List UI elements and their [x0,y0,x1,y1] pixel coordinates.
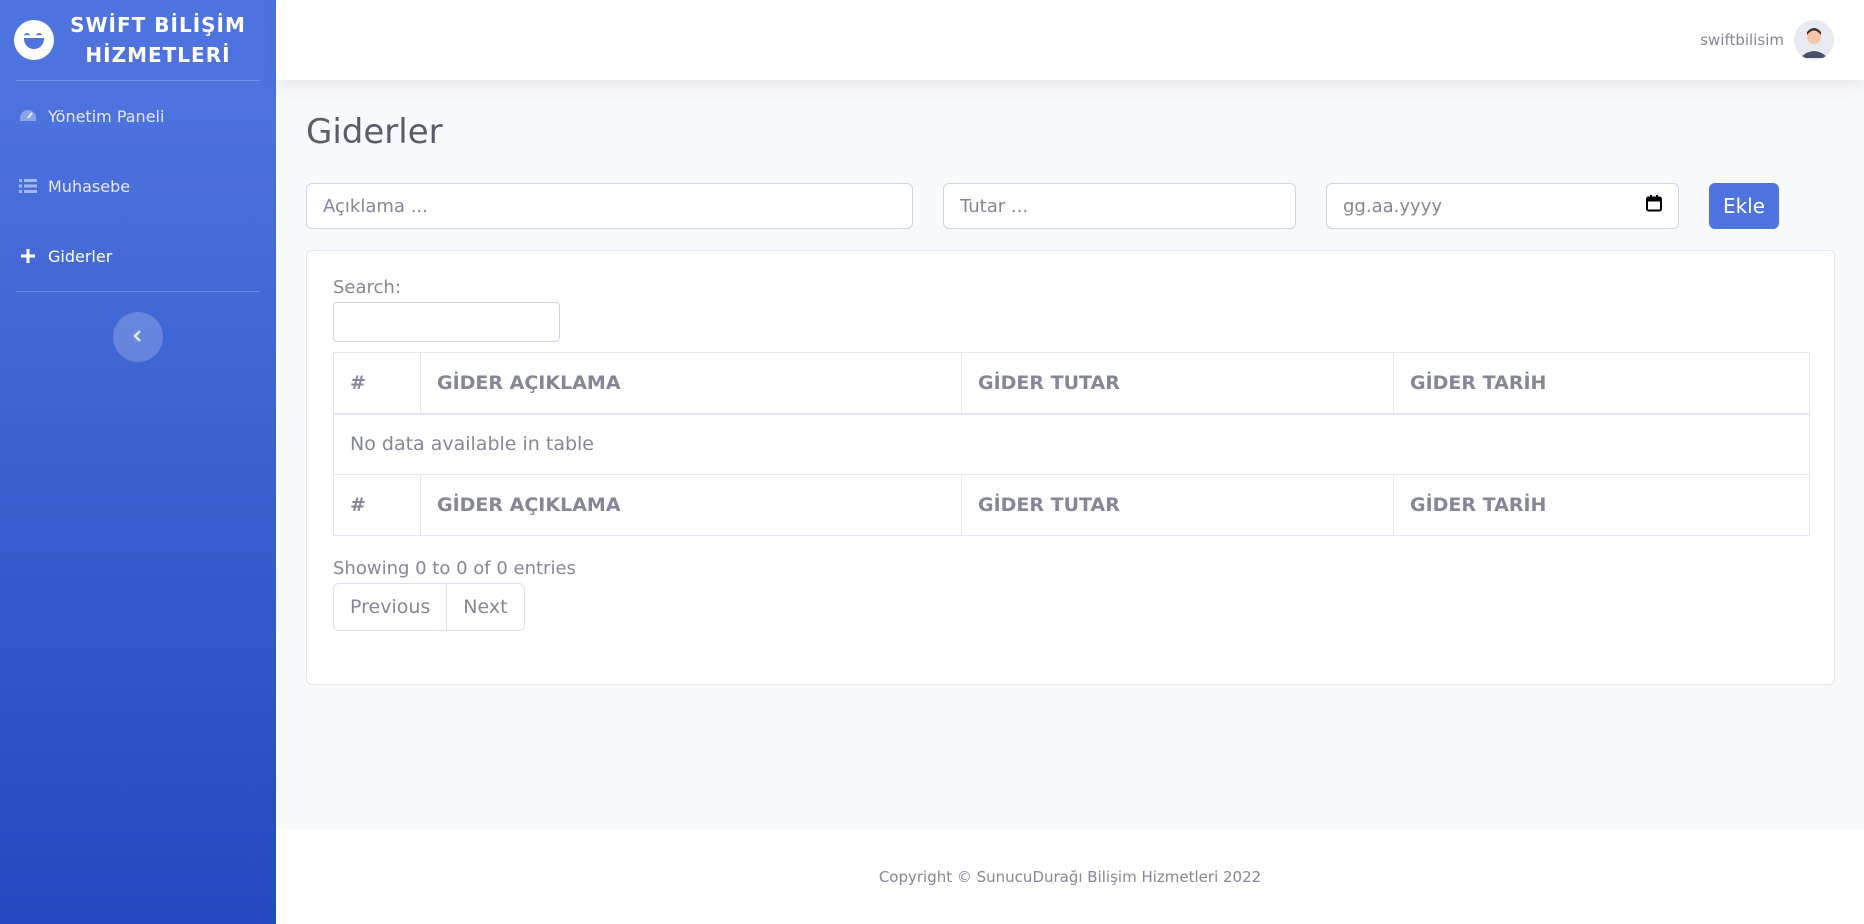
search-input[interactable] [333,302,560,342]
page-title: Giderler [306,112,443,152]
date-field[interactable]: gg.aa.yyyy [1326,183,1679,229]
chevron-left-icon [132,328,144,347]
username[interactable]: swiftbilisim [1700,31,1784,49]
column-footer-description: GİDER AÇIKLAMA [420,474,962,536]
table-footer-row: # GİDER AÇIKLAMA GİDER TUTAR GİDER TARİH [333,474,1810,536]
sidebar-item-label: Giderler [48,246,113,266]
pagination: Previous Next [333,583,525,631]
sidebar-toggle-button[interactable] [113,312,163,362]
calendar-icon[interactable] [1646,195,1662,217]
column-footer-index: # [333,474,421,536]
description-input[interactable] [306,183,913,229]
amount-input[interactable] [943,183,1296,229]
column-header-amount[interactable]: GİDER TUTAR [961,352,1394,415]
main-content: Giderler gg.aa.yyyy Ekle Search: # GİDER… [306,80,1836,685]
brand[interactable]: SWİFT BİLİŞİM HİZMETLERİ [0,0,276,80]
previous-page-button[interactable]: Previous [334,584,447,630]
copyright-text: Copyright © SunucuDurağı Bilişim Hizmetl… [878,867,1262,886]
sidebar-item-label: Muhasebe [48,176,131,196]
plus-icon [18,248,38,264]
sidebar-item-yonetim-paneli[interactable]: Yönetim Paneli [0,81,276,151]
topbar: swiftbilisim [276,0,1864,80]
sidebar-item-muhasebe[interactable]: Muhasebe [0,151,276,221]
laughing-face-icon [14,20,54,60]
date-placeholder: gg.aa.yyyy [1343,195,1442,217]
avatar[interactable] [1794,20,1834,60]
tachometer-icon [18,108,38,124]
column-header-description[interactable]: GİDER AÇIKLAMA [420,352,962,415]
expenses-table: # GİDER AÇIKLAMA GİDER TUTAR GİDER TARİH… [333,352,1810,536]
sidebar-divider [16,291,260,292]
table-row: No data available in table [333,413,1810,475]
column-header-date[interactable]: GİDER TARİH [1393,352,1810,415]
sidebar: SWİFT BİLİŞİM HİZMETLERİ Yönetim Paneli … [0,0,276,924]
footer: Copyright © SunucuDurağı Bilişim Hizmetl… [276,829,1864,924]
column-header-index[interactable]: # [333,352,421,415]
sidebar-item-label: Yönetim Paneli [48,106,165,126]
empty-table-message: No data available in table [333,413,1810,475]
add-button[interactable]: Ekle [1709,183,1779,229]
list-icon [18,179,38,193]
expense-form: gg.aa.yyyy Ekle [306,182,1836,230]
expenses-card: Search: # GİDER AÇIKLAMA GİDER TUTAR GİD… [306,250,1835,685]
brand-name: SWİFT BİLİŞİM HİZMETLERİ [70,13,246,67]
search-label: Search: [333,277,401,298]
table-header-row: # GİDER AÇIKLAMA GİDER TUTAR GİDER TARİH [333,352,1810,415]
column-footer-date: GİDER TARİH [1393,474,1810,536]
column-footer-amount: GİDER TUTAR [961,474,1394,536]
next-page-button[interactable]: Next [446,584,524,630]
table-info: Showing 0 to 0 of 0 entries [333,558,576,579]
sidebar-item-giderler[interactable]: Giderler [0,221,276,291]
